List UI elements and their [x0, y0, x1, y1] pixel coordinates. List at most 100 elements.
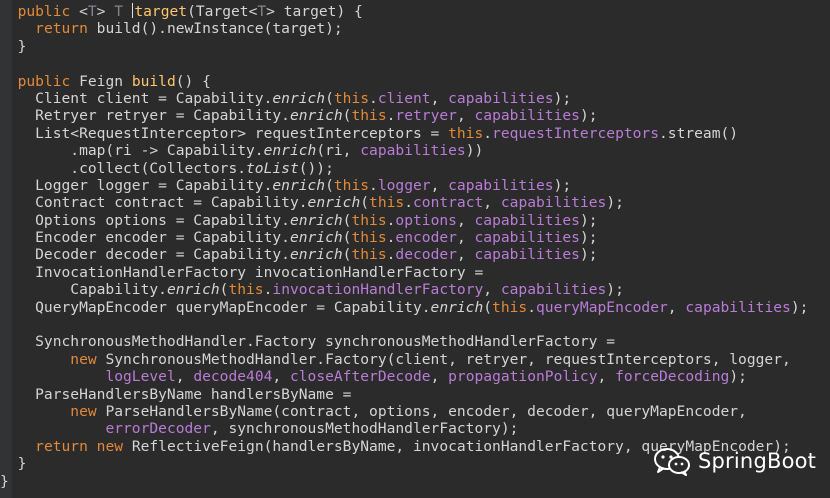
code-token: Logger logger = Capability. [0, 176, 273, 194]
code-token: capabilities [474, 107, 580, 125]
code-token: ( [325, 176, 334, 194]
code-token: ( [483, 298, 493, 316]
code-token: enrich [289, 107, 343, 125]
code-token: T [87, 3, 97, 20]
code-token: propagationPolicy [448, 368, 598, 386]
wechat-icon [654, 448, 690, 476]
code-token: forceDecoding [615, 368, 730, 386]
code-token: , [175, 368, 194, 386]
code-token: . [369, 176, 378, 194]
code-token: .collect(Collectors. [0, 159, 247, 177]
code-line[interactable] [0, 55, 808, 72]
code-token: enrich [272, 176, 326, 194]
code-token: requestInterceptors [492, 124, 659, 142]
code-line[interactable]: logLevel, decode404, closeAfterDecode, p… [0, 368, 808, 385]
code-token: Decoder decoder = Capability. [0, 246, 290, 264]
code-token: enrich [430, 298, 484, 316]
code-token: enrich [289, 229, 343, 247]
code-token: errorDecoder [105, 420, 211, 438]
code-token: enrich [166, 281, 220, 299]
code-line[interactable]: .collect(Collectors.toList()); [0, 160, 808, 177]
code-token: , [483, 281, 501, 299]
code-token: closeAfterDecode [289, 368, 431, 386]
code-line[interactable]: public <T> T target(Target<T> target) { [0, 3, 808, 20]
code-token: . [527, 298, 536, 316]
code-token: logLevel [105, 368, 176, 386]
code-area[interactable]: public <T> T target(Target<T> target) { … [0, 3, 808, 490]
code-token: , [430, 368, 449, 386]
code-token: this [369, 194, 405, 212]
code-token: enrich [307, 194, 361, 212]
code-token: this [351, 211, 387, 229]
code-token: Contract contract = Capability. [0, 194, 308, 212]
code-token: .map(ri -> Capability. [0, 142, 264, 160]
code-token: contract [413, 194, 484, 212]
code-token: logger [377, 176, 431, 194]
code-token: Capability. [0, 281, 167, 299]
code-token: } [0, 472, 9, 490]
code-token: ); [553, 176, 572, 194]
code-token: ); [579, 107, 598, 125]
code-token: , [272, 368, 290, 386]
code-line[interactable]: Decoder decoder = Capability.enrich(this… [0, 246, 808, 263]
code-token: ); [553, 89, 572, 107]
code-line[interactable]: ParseHandlersByName handlersByName = [0, 386, 808, 403]
code-line[interactable]: Logger logger = Capability.enrich(this.l… [0, 177, 808, 194]
code-token: List<RequestInterceptor> requestIntercep… [0, 124, 449, 142]
code-token: } [0, 455, 27, 473]
code-token: < [70, 3, 88, 20]
code-line[interactable]: List<RequestInterceptor> requestIntercep… [0, 125, 808, 142]
code-line[interactable]: } [0, 38, 808, 55]
code-token: . [404, 194, 413, 212]
code-token: capabilities [500, 194, 607, 212]
code-line[interactable]: errorDecoder, synchronousMethodHandlerFa… [0, 420, 808, 437]
code-line[interactable]: Encoder encoder = Capability.enrich(this… [0, 229, 808, 246]
code-token: capabilities [474, 229, 580, 247]
code-line[interactable]: .map(ri -> Capability.enrich(ri, capabil… [0, 142, 808, 159]
code-line[interactable]: new ParseHandlersByName(contract, option… [0, 403, 808, 420]
code-token: invocationHandlerFactory [272, 281, 484, 299]
code-line[interactable]: return build().newInstance(target); [0, 20, 808, 37]
code-token: , [483, 194, 501, 212]
code-token: build().newInstance(target); [87, 20, 343, 38]
code-token: InvocationHandlerFactory invocationHandl… [0, 263, 484, 281]
code-token: ); [579, 246, 598, 264]
code-token: Retryer retryer = Capability. [0, 107, 290, 125]
code-line[interactable]: InvocationHandlerFactory invocationHandl… [0, 264, 808, 281]
code-token: this [228, 281, 264, 299]
code-token: , [430, 89, 449, 107]
code-line[interactable]: Client client = Capability.enrich(this.c… [0, 90, 808, 107]
code-token: public [17, 3, 71, 20]
code-line[interactable]: Retryer retryer = Capability.enrich(this… [0, 107, 808, 124]
code-editor[interactable]: public <T> T target(Target<T> target) { … [0, 0, 830, 498]
code-token: ); [790, 298, 809, 316]
code-token: .stream() [659, 124, 739, 142]
code-line[interactable]: QueryMapEncoder queryMapEncoder = Capabi… [0, 299, 808, 316]
code-token: capabilities [360, 142, 466, 160]
code-token: enrich [272, 89, 326, 107]
code-token: capabilities [474, 246, 580, 264]
code-token: ( [360, 194, 370, 212]
code-line[interactable]: new SynchronousMethodHandler.Factory(cli… [0, 351, 808, 368]
code-token: capabilities [685, 298, 791, 316]
code-token: target [134, 3, 188, 20]
code-token: return [35, 20, 88, 38]
code-line[interactable]: public Feign build() { [0, 73, 808, 90]
code-token: this [351, 246, 387, 264]
code-line[interactable]: SynchronousMethodHandler.Factory synchro… [0, 333, 808, 350]
code-token: QueryMapEncoder queryMapEncoder = Capabi… [0, 298, 431, 316]
code-token: , [456, 107, 475, 125]
code-token: Client client = Capability. [0, 89, 273, 107]
code-token: Feign [70, 72, 132, 90]
code-token: (ri, [316, 142, 361, 160]
code-line[interactable]: Options options = Capability.enrich(this… [0, 212, 808, 229]
code-line[interactable]: Contract contract = Capability.enrich(th… [0, 194, 808, 211]
code-line[interactable]: Capability.enrich(this.invocationHandler… [0, 281, 808, 298]
code-line[interactable] [0, 316, 808, 333]
code-token: capabilities [500, 281, 607, 299]
code-token: build [131, 72, 176, 90]
code-token: enrich [289, 246, 343, 264]
